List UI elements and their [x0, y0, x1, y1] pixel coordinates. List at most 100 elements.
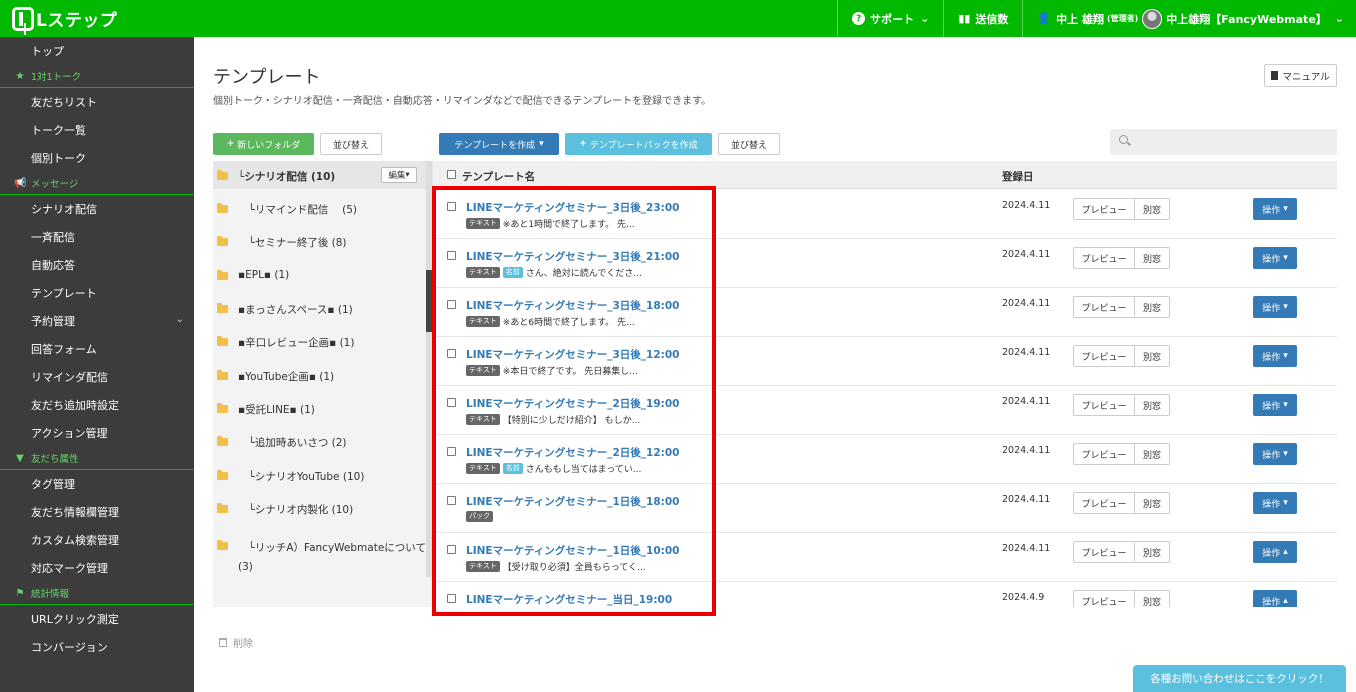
separate-window-button[interactable]: 別窓: [1135, 492, 1170, 514]
preview-button[interactable]: プレビュー: [1073, 198, 1135, 220]
chevron-down-icon: ▾: [405, 170, 410, 180]
preview-button[interactable]: プレビュー: [1073, 492, 1135, 514]
admin-user-name: 中上 雄翔: [1056, 12, 1104, 26]
account-menu[interactable]: 👤 中上 雄翔 (管理者) 中上雄翔【FancyWebmate】 ⌄: [1022, 0, 1356, 37]
template-name-link[interactable]: LINEマーケティングセミナー_2日後_19:00: [466, 396, 679, 411]
delete-folder-button[interactable]: 削除: [219, 635, 253, 650]
row-checkbox[interactable]: [447, 251, 456, 260]
folder-item[interactable]: ▪まっさんスペース▪ (1): [213, 294, 433, 322]
folder-item[interactable]: └シナリオYouTube (10): [213, 461, 433, 489]
sidebar-item-9[interactable]: テンプレート: [0, 279, 194, 307]
operation-button[interactable]: 操作 ▾: [1253, 198, 1297, 220]
preview-button[interactable]: プレビュー: [1073, 247, 1135, 269]
separate-window-button[interactable]: 別窓: [1135, 198, 1170, 220]
row-checkbox[interactable]: [447, 594, 456, 603]
template-name-link[interactable]: LINEマーケティングセミナー_1日後_10:00: [466, 543, 679, 558]
template-name-link[interactable]: LINEマーケティングセミナー_3日後_21:00: [466, 249, 679, 264]
contact-button[interactable]: 各種お問い合わせはここをクリック！: [1133, 665, 1346, 692]
folder-item[interactable]: ▪EPL▪ (1): [213, 261, 433, 289]
folder-item[interactable]: └リマインド配信 (5): [213, 194, 433, 222]
template-name-link[interactable]: LINEマーケティングセミナー_3日後_12:00: [466, 347, 679, 362]
separate-window-button[interactable]: 別窓: [1135, 345, 1170, 367]
send-count-link[interactable]: ▮▮ 送信数: [943, 0, 1022, 37]
folder-scrollbar-thumb[interactable]: [426, 270, 432, 332]
template-preview-text: テキスト 名前 さんももし当てはまってい...: [466, 462, 641, 475]
new-folder-button[interactable]: + 新しいフォルダ: [213, 133, 314, 155]
sidebar-item-13[interactable]: 友だち追加時設定: [0, 391, 194, 419]
sidebar-item-22[interactable]: コンバージョン: [0, 633, 194, 661]
sidebar-item-6[interactable]: シナリオ配信: [0, 195, 194, 223]
preview-button[interactable]: プレビュー: [1073, 590, 1135, 607]
folder-item[interactable]: └セミナー終了後 (8): [213, 227, 433, 255]
sidebar-item-11[interactable]: 回答フォーム: [0, 335, 194, 363]
preview-button[interactable]: プレビュー: [1073, 345, 1135, 367]
preview-button[interactable]: プレビュー: [1073, 443, 1135, 465]
sidebar-item-7[interactable]: 一斉配信: [0, 223, 194, 251]
sidebar-item-10[interactable]: 予約管理 ⌄: [0, 307, 194, 335]
preview-button[interactable]: プレビュー: [1073, 394, 1135, 416]
separate-window-button[interactable]: 別窓: [1135, 394, 1170, 416]
manual-button[interactable]: マニュアル: [1264, 64, 1337, 87]
separate-window-button[interactable]: 別窓: [1135, 590, 1170, 607]
operation-button[interactable]: 操作 ▾: [1253, 443, 1297, 465]
sidebar-item-2[interactable]: 友だちリスト: [0, 88, 194, 116]
sidebar-item-21[interactable]: URLクリック測定: [0, 605, 194, 633]
operation-button[interactable]: 操作 ▾: [1253, 394, 1297, 416]
separate-window-button[interactable]: 別窓: [1135, 247, 1170, 269]
sidebar-item-0[interactable]: トップ: [0, 37, 194, 65]
folder-item[interactable]: ▪YouTube企画▪ (1): [213, 361, 433, 389]
operation-button[interactable]: 操作 ▾: [1253, 345, 1297, 367]
sort-templates-button[interactable]: 並び替え: [718, 133, 780, 155]
row-checkbox[interactable]: [447, 447, 456, 456]
operation-button[interactable]: 操作 ▾: [1253, 247, 1297, 269]
search-input[interactable]: [1134, 132, 1329, 152]
folder-item[interactable]: └追加時あいさつ (2): [213, 427, 433, 455]
sort-folders-button[interactable]: 並び替え: [320, 133, 382, 155]
row-checkbox[interactable]: [447, 202, 456, 211]
template-name-link[interactable]: LINEマーケティングセミナー_当日_19:00: [466, 592, 672, 607]
create-pack-button[interactable]: + テンプレートパックを作成: [565, 133, 712, 155]
create-template-button[interactable]: テンプレートを作成 ▾: [439, 133, 559, 155]
folder-item[interactable]: ▪受託LINE▪ (1): [213, 394, 433, 422]
registered-date: 2024.4.11: [1002, 249, 1051, 260]
folder-item[interactable]: ▪辛口レビュー企画▪ (1): [213, 327, 433, 355]
operation-button[interactable]: 操作 ▾: [1253, 492, 1297, 514]
row-checkbox[interactable]: [447, 545, 456, 554]
row-checkbox[interactable]: [447, 349, 456, 358]
folder-scrollbar[interactable]: [426, 161, 432, 577]
folder-item[interactable]: └シナリオ配信 (10) 編集 ▾: [213, 161, 433, 189]
select-all-checkbox[interactable]: [447, 170, 456, 179]
row-checkbox[interactable]: [447, 300, 456, 309]
sidebar-item-14[interactable]: アクション管理: [0, 419, 194, 447]
sidebar-item-12[interactable]: リマインダ配信: [0, 363, 194, 391]
template-name-link[interactable]: LINEマーケティングセミナー_3日後_23:00: [466, 200, 679, 215]
template-name-link[interactable]: LINEマーケティングセミナー_3日後_18:00: [466, 298, 679, 313]
folder-item[interactable]: └シナリオ内製化 (10): [213, 494, 433, 522]
folder-edit-button[interactable]: 編集 ▾: [381, 167, 417, 183]
preview-button[interactable]: プレビュー: [1073, 541, 1135, 563]
template-snippet: さんももし当てはまってい...: [525, 465, 642, 475]
folder-label: └セミナー終了後 (8): [238, 237, 347, 249]
operation-button[interactable]: 操作 ▴: [1253, 590, 1297, 607]
preview-group: プレビュー 別窓: [1073, 443, 1170, 465]
sidebar-item-4[interactable]: 個別トーク: [0, 144, 194, 172]
folder-item[interactable]: └リッチA）FancyWebmateについて (3): [213, 527, 433, 587]
row-checkbox[interactable]: [447, 496, 456, 505]
sidebar-item-17[interactable]: 友だち情報欄管理: [0, 498, 194, 526]
separate-window-button[interactable]: 別窓: [1135, 296, 1170, 318]
separate-window-button[interactable]: 別窓: [1135, 443, 1170, 465]
lstep-logo[interactable]: Lステップ: [12, 6, 117, 31]
support-menu[interactable]: ? サポート ⌄: [837, 0, 943, 37]
sidebar-item-8[interactable]: 自動応答: [0, 251, 194, 279]
sidebar-item-3[interactable]: トーク一覧: [0, 116, 194, 144]
operation-button[interactable]: 操作 ▾: [1253, 296, 1297, 318]
separate-window-button[interactable]: 別窓: [1135, 541, 1170, 563]
row-checkbox[interactable]: [447, 398, 456, 407]
preview-button[interactable]: プレビュー: [1073, 296, 1135, 318]
template-name-link[interactable]: LINEマーケティングセミナー_1日後_18:00: [466, 494, 679, 509]
sidebar-item-19[interactable]: 対応マーク管理: [0, 554, 194, 582]
sidebar-item-18[interactable]: カスタム検索管理: [0, 526, 194, 554]
template-name-link[interactable]: LINEマーケティングセミナー_2日後_12:00: [466, 445, 679, 460]
operation-button[interactable]: 操作 ▴: [1253, 541, 1297, 563]
sidebar-item-16[interactable]: タグ管理: [0, 470, 194, 498]
